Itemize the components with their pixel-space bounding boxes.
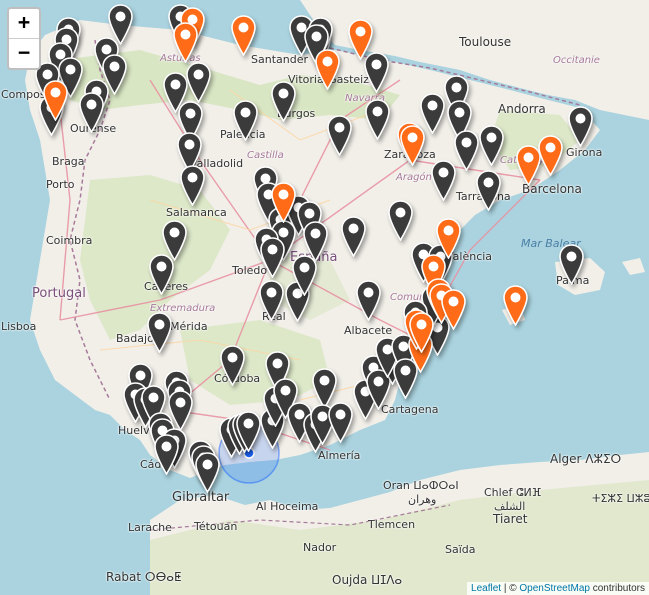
zoom-control: + − [7, 7, 41, 70]
map-marker-dark[interactable] [328, 402, 353, 447]
map-marker-orange[interactable] [315, 49, 340, 94]
map-marker-dark[interactable] [147, 312, 172, 357]
map-marker-dark[interactable] [195, 452, 220, 497]
zoom-in-button[interactable]: + [9, 9, 39, 39]
map-marker-orange[interactable] [538, 135, 563, 180]
map-container[interactable]: Toulouse Santander Vitoria-Gasteiz Compo… [0, 0, 649, 595]
map-marker-orange[interactable] [173, 22, 198, 67]
map-marker-orange[interactable] [348, 19, 373, 64]
map-marker-dark[interactable] [271, 81, 296, 126]
map-marker-dark[interactable] [149, 254, 174, 299]
map-marker-dark[interactable] [327, 115, 352, 160]
map-marker-dark[interactable] [233, 100, 258, 145]
map-marker-dark[interactable] [559, 244, 584, 289]
map-marker-dark[interactable] [292, 255, 317, 300]
map-marker-orange[interactable] [271, 182, 296, 227]
map-marker-dark[interactable] [236, 411, 261, 456]
map-marker-dark[interactable] [220, 345, 245, 390]
leaflet-link[interactable]: Leaflet [471, 583, 501, 594]
map-marker-dark[interactable] [476, 170, 501, 215]
osm-link[interactable]: OpenStreetMap [519, 583, 590, 594]
attribution-separator: | © [501, 583, 520, 594]
map-marker-dark[interactable] [260, 237, 285, 282]
zoom-out-button[interactable]: − [9, 39, 39, 68]
map-marker-dark[interactable] [79, 92, 104, 137]
map-marker-orange[interactable] [441, 289, 466, 334]
map-marker-dark[interactable] [341, 216, 366, 261]
map-marker-dark[interactable] [479, 125, 504, 170]
map-marker-dark[interactable] [431, 160, 456, 205]
map-marker-dark[interactable] [568, 106, 593, 151]
attribution: Leaflet | © OpenStreetMap contributors [467, 582, 649, 595]
map-marker-orange[interactable] [231, 15, 256, 60]
map-marker-dark[interactable] [356, 280, 381, 325]
map-marker-dark[interactable] [154, 434, 179, 479]
attribution-suffix: contributors [589, 583, 645, 594]
map-marker-dark[interactable] [388, 200, 413, 245]
map-marker-dark[interactable] [365, 99, 390, 144]
map-marker-orange[interactable] [400, 125, 425, 170]
map-marker-orange[interactable] [503, 285, 528, 330]
map-marker-orange[interactable] [409, 312, 434, 357]
map-marker-orange[interactable] [43, 80, 68, 125]
map-marker-dark[interactable] [454, 130, 479, 175]
map-marker-dark[interactable] [180, 165, 205, 210]
map-marker-dark[interactable] [259, 280, 284, 325]
